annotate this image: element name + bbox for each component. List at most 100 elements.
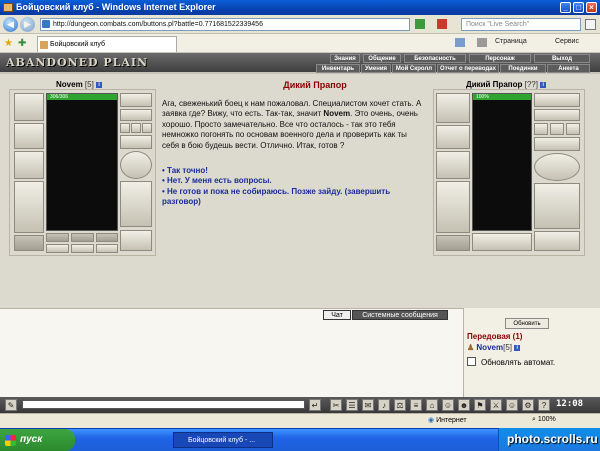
gloves-slot[interactable] bbox=[120, 135, 152, 149]
menu-fights[interactable]: Поединки bbox=[500, 64, 546, 73]
belt-item-slot-3[interactable] bbox=[96, 233, 118, 242]
scroll-slot-3[interactable] bbox=[96, 244, 118, 253]
dialog-text-name: Novem bbox=[323, 109, 351, 119]
friends-icon[interactable]: ☺ bbox=[506, 399, 518, 411]
menu-skills[interactable]: Умения bbox=[361, 64, 391, 73]
menu-knowledge[interactable]: Знания bbox=[330, 54, 360, 63]
enemy-name[interactable]: Дикий Прапор [??] i bbox=[466, 80, 547, 89]
scroll-slot-2[interactable] bbox=[71, 244, 94, 253]
earrings-slot[interactable] bbox=[120, 93, 152, 107]
belt-slot[interactable] bbox=[14, 235, 44, 251]
room-user-info-icon[interactable]: i bbox=[514, 344, 521, 351]
player-level: [5] bbox=[84, 80, 94, 89]
print-icon[interactable] bbox=[477, 38, 487, 47]
flag-icon[interactable]: ⚑ bbox=[474, 399, 486, 411]
add-favorites-icon[interactable]: ✚ bbox=[18, 38, 26, 49]
enemy-armor-slot bbox=[436, 181, 470, 233]
zoom-level[interactable]: ⌕ 100% bbox=[532, 416, 556, 424]
list-icon[interactable]: ≡ bbox=[410, 399, 422, 411]
private-icon[interactable]: ✉ bbox=[362, 399, 374, 411]
clear-icon[interactable]: ✂ bbox=[330, 399, 342, 411]
answer-leave-text[interactable]: Не готов и пока не собираюсь. Позже зайд… bbox=[162, 187, 390, 206]
player-name[interactable]: Novem [5] i bbox=[56, 80, 103, 89]
help-icon[interactable]: ? bbox=[538, 399, 550, 411]
pants-slot[interactable] bbox=[120, 181, 152, 227]
back-button[interactable]: ◀ bbox=[3, 17, 18, 32]
enemy-gloves-slot bbox=[534, 137, 580, 151]
maximize-button[interactable]: □ bbox=[573, 2, 584, 13]
answer-questions[interactable]: • Нет. У меня есть вопросы. bbox=[162, 176, 426, 186]
refresh-button[interactable]: Обновить bbox=[505, 318, 549, 329]
emote-icon[interactable]: ☻ bbox=[458, 399, 470, 411]
ring2-slot[interactable] bbox=[131, 123, 141, 133]
menu-transfers[interactable]: Отчет о переводах bbox=[437, 64, 499, 73]
answer-leave[interactable]: • Не готов и пока не собираюсь. Позже за… bbox=[162, 187, 426, 208]
game-clock: 12:08 bbox=[556, 399, 584, 409]
amulet-slot[interactable] bbox=[120, 109, 152, 121]
settings-icon[interactable]: ⚙ bbox=[522, 399, 534, 411]
window-title: Бойцовский клуб - Windows Internet Explo… bbox=[16, 2, 216, 12]
favorites-star-icon[interactable]: ★ bbox=[4, 38, 13, 49]
weapon-slot[interactable] bbox=[14, 151, 44, 179]
armor-slot[interactable] bbox=[14, 181, 44, 233]
menu-communication[interactable]: Общение bbox=[363, 54, 401, 63]
security-zone: ◉ Интернет bbox=[428, 416, 467, 424]
menu-profile[interactable]: Анкета bbox=[547, 64, 590, 73]
tab-label: Бойцовский клуб bbox=[50, 41, 106, 48]
menu-exit[interactable]: Выход bbox=[534, 54, 590, 63]
helmet-slot[interactable] bbox=[14, 93, 44, 121]
refresh-icon[interactable] bbox=[415, 19, 425, 29]
enemy-info-icon[interactable]: i bbox=[540, 81, 547, 88]
answer-yes-text[interactable]: Так точно! bbox=[167, 166, 208, 175]
close-button[interactable]: × bbox=[586, 2, 597, 13]
enemy-pants-slot bbox=[534, 183, 580, 229]
send-icon[interactable]: ↵ bbox=[309, 399, 321, 411]
start-button[interactable]: пуск bbox=[0, 429, 75, 451]
room-user-name[interactable]: Novem bbox=[476, 343, 503, 352]
search-input[interactable]: Поиск "Live Search" bbox=[461, 18, 581, 31]
chat-mode-icon[interactable]: ✎ bbox=[5, 399, 17, 411]
ring3-slot[interactable] bbox=[142, 123, 152, 133]
menu-character[interactable]: Персонаж bbox=[469, 54, 531, 63]
enemy-hp-bar: 100% bbox=[473, 94, 531, 100]
menu-inventory[interactable]: Инвентарь bbox=[316, 64, 360, 73]
tab-active[interactable]: Бойцовский клуб bbox=[37, 36, 177, 52]
trade-icon[interactable]: ⚖ bbox=[394, 399, 406, 411]
filter-icon[interactable]: ☰ bbox=[346, 399, 358, 411]
map-icon[interactable]: ⌂ bbox=[426, 399, 438, 411]
page-menu[interactable]: Страница bbox=[495, 38, 527, 45]
belt-item-slot-1[interactable] bbox=[46, 233, 69, 242]
tab-system-messages[interactable]: Системные сообщения bbox=[352, 310, 448, 320]
stop-icon[interactable] bbox=[437, 19, 447, 29]
page-icon bbox=[42, 20, 50, 28]
auto-refresh-checkbox[interactable] bbox=[467, 357, 476, 366]
answer-yes[interactable]: • Так точно! bbox=[162, 166, 426, 176]
minimize-button[interactable]: _ bbox=[560, 2, 571, 13]
service-menu[interactable]: Сервис bbox=[555, 38, 579, 45]
answer-questions-text[interactable]: Нет. У меня есть вопросы. bbox=[167, 176, 272, 185]
taskbar-item-ie[interactable]: Бойцовский клуб - ... bbox=[173, 432, 273, 448]
chat-input[interactable] bbox=[22, 400, 305, 409]
bracers-slot[interactable] bbox=[14, 123, 44, 149]
belt-item-slot-2[interactable] bbox=[71, 233, 94, 242]
url-field[interactable]: http://dungeon.combats.com/buttons.pl?ba… bbox=[40, 18, 410, 31]
tab-favicon bbox=[40, 41, 48, 49]
shield-slot[interactable] bbox=[120, 151, 152, 179]
dialog-answers: • Так точно! • Нет. У меня есть вопросы.… bbox=[162, 166, 426, 208]
chat-area[interactable] bbox=[0, 308, 463, 397]
home-icon[interactable] bbox=[455, 38, 465, 47]
scroll-slot-1[interactable] bbox=[46, 244, 69, 253]
smile-icon[interactable]: ☺ bbox=[442, 399, 454, 411]
sound-icon[interactable]: ♪ bbox=[378, 399, 390, 411]
auto-refresh-label: Обновлять автомат. bbox=[481, 358, 556, 367]
forward-button[interactable]: ▶ bbox=[20, 17, 35, 32]
boots-slot[interactable] bbox=[120, 230, 152, 251]
battle-icon[interactable]: ⚔ bbox=[490, 399, 502, 411]
room-user[interactable]: ♟ Novem[5] i bbox=[467, 343, 521, 352]
menu-security[interactable]: Безопасность bbox=[404, 54, 466, 63]
search-icon[interactable] bbox=[585, 19, 596, 30]
player-info-icon[interactable]: i bbox=[96, 81, 103, 88]
tab-chat[interactable]: Чат bbox=[323, 310, 351, 320]
ring1-slot[interactable] bbox=[120, 123, 130, 133]
menu-my-scroll[interactable]: Мой Скролл bbox=[392, 64, 436, 73]
